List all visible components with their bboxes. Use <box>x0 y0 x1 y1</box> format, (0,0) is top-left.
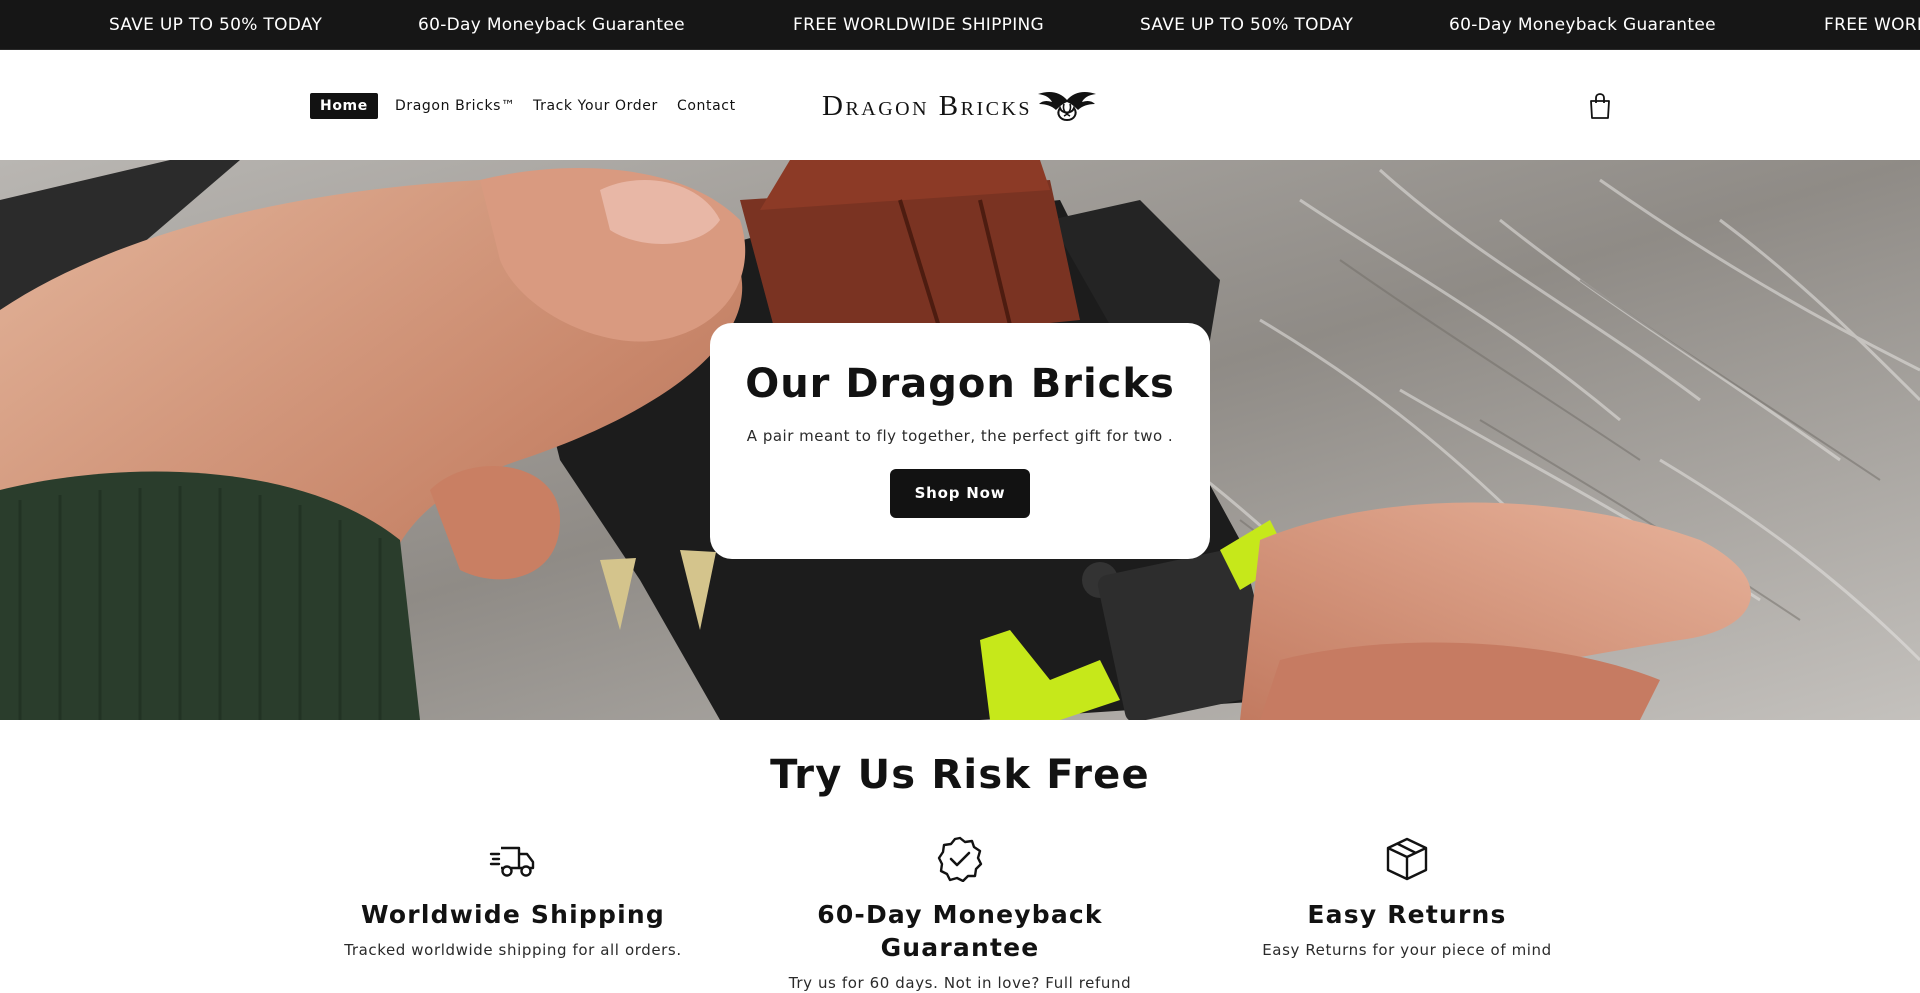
site-header: Home Dragon Bricks™ Track Your Order Con… <box>0 50 1920 160</box>
announcement-item: 60-Day Moneyback Guarantee <box>1449 15 1716 35</box>
announcement-item: SAVE UP TO 50% TODAY <box>109 15 323 35</box>
hero-subtitle: A pair meant to fly together, the perfec… <box>746 427 1174 445</box>
feature-title: Easy Returns <box>1307 900 1507 929</box>
feature-easy-returns: Easy Returns Easy Returns for your piece… <box>1197 836 1617 959</box>
hero-title: Our Dragon Bricks <box>745 361 1175 407</box>
feature-text: Tracked worldwide shipping for all order… <box>344 941 682 959</box>
package-box-icon <box>1386 837 1428 881</box>
announcement-item: FREE WORLDWIDE SHIPPING <box>793 15 1044 35</box>
feature-worldwide-shipping: Worldwide Shipping Tracked worldwide shi… <box>303 836 723 959</box>
hero-card: Our Dragon Bricks A pair meant to fly to… <box>710 323 1210 559</box>
dragon-logo-icon <box>1038 92 1097 122</box>
site-logo[interactable]: Dragon Bricks <box>822 86 1100 126</box>
nav-track-order[interactable]: Track Your Order <box>533 93 658 119</box>
nav-contact[interactable]: Contact <box>677 93 736 119</box>
feature-moneyback-guarantee: 60-Day Moneyback Guarantee Try us for 60… <box>750 836 1170 992</box>
announcement-item: 60-Day Moneyback Guarantee <box>418 15 685 35</box>
feature-text: Easy Returns for your piece of mind <box>1262 941 1552 959</box>
feature-title: 60-Day Moneyback Guarantee <box>817 900 1103 962</box>
delivery-truck-icon <box>489 846 535 877</box>
nav-dragon-bricks[interactable]: Dragon Bricks™ <box>395 93 516 119</box>
logo-text: Dragon Bricks <box>822 89 1033 122</box>
announcement-item: SAVE UP TO 50% TODAY <box>1140 15 1354 35</box>
shopping-bag-icon[interactable] <box>1587 92 1613 120</box>
announcement-bar: G SAVE UP TO 50% TODAY 60-Day Moneyback … <box>0 0 1920 50</box>
nav-home[interactable]: Home <box>310 93 378 119</box>
check-badge-icon <box>937 836 983 882</box>
shop-now-button[interactable]: Shop Now <box>890 469 1030 518</box>
feature-title: Worldwide Shipping <box>361 900 665 929</box>
features-title: Try Us Risk Free <box>770 752 1150 798</box>
hero-banner: Our Dragon Bricks A pair meant to fly to… <box>0 160 1920 720</box>
feature-text: Try us for 60 days. Not in love? Full re… <box>788 974 1132 992</box>
announcement-item: FREE WORLDWIDE SHIPPING <box>1824 15 1920 35</box>
